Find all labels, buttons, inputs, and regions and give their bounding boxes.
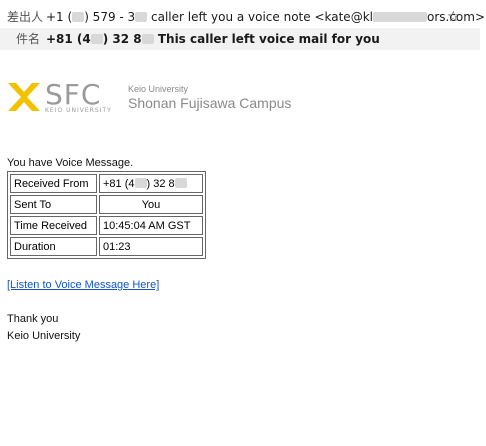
received-from-label: Received From	[10, 174, 97, 193]
time-received-value: 10:45:04 AM GST	[99, 216, 203, 235]
sfc-logo: SFC KEIO UNIVERSITY Keio University Shon…	[7, 80, 297, 116]
table-row: Duration 01:23	[10, 237, 203, 256]
received-from-mid: ) 32 8	[146, 177, 175, 190]
listen-voice-message-link[interactable]: [Listen to Voice Message Here]	[7, 278, 159, 292]
received-from-prefix: +81 (4	[103, 177, 135, 190]
subject-suffix: This caller left voice mail for you	[153, 32, 380, 46]
from-value-mid2: caller left you a voice note <kate@kl	[147, 10, 373, 24]
subject-value: +81 (4 ) 32 8 This caller left voice mail…	[46, 31, 380, 47]
table-row: Received From +81 (4 ) 32 8	[10, 174, 203, 193]
table-row: Time Received 10:45:04 AM GST	[10, 216, 203, 235]
from-value[interactable]: +1 ( ) 579 - 3 caller left you a voice no…	[46, 9, 485, 25]
time-received-label: Time Received	[10, 216, 97, 235]
subject-label: 件名	[16, 32, 41, 46]
sfc-logo-mark-icon	[8, 83, 40, 111]
logo-university-text: Keio University	[128, 84, 189, 94]
subject-prefix: +81 (4	[46, 32, 91, 46]
redacted-block	[134, 177, 147, 188]
from-value-mid1: ) 579 - 3	[84, 10, 136, 24]
subject-mid: ) 32 8	[102, 32, 142, 46]
logo-campus-text: Shonan Fujisawa Campus	[128, 95, 292, 111]
redacted-block	[174, 177, 187, 188]
received-from-value: +81 (4 ) 32 8	[99, 174, 203, 193]
table-row: Sent To You	[10, 195, 203, 214]
redacted-block	[72, 12, 85, 22]
sent-to-value: You	[99, 195, 203, 214]
duration-value: 01:23	[99, 237, 203, 256]
thanks-text: Thank you	[7, 313, 59, 325]
star-outline-icon[interactable]: ☆	[447, 9, 460, 25]
sent-to-label: Sent To	[10, 195, 97, 214]
email-header: 差出人 +1 ( ) 579 - 3 caller left you a voic…	[0, 0, 486, 54]
intro-text: You have Voice Message.	[7, 157, 134, 169]
redacted-block	[372, 12, 427, 22]
duration-label: Duration	[10, 237, 97, 256]
redacted-block	[135, 12, 148, 22]
voice-message-table: Received From +81 (4 ) 32 8 Sent To You T…	[7, 171, 206, 259]
signature-text: Keio University	[7, 330, 81, 342]
logo-sub-text: KEIO UNIVERSITY	[45, 107, 112, 114]
logo-sfc-text: SFC	[45, 78, 102, 111]
from-label: 差出人	[7, 10, 44, 24]
redacted-block	[141, 34, 154, 44]
from-value-prefix: +1 (	[46, 10, 73, 24]
redacted-block	[90, 34, 103, 44]
